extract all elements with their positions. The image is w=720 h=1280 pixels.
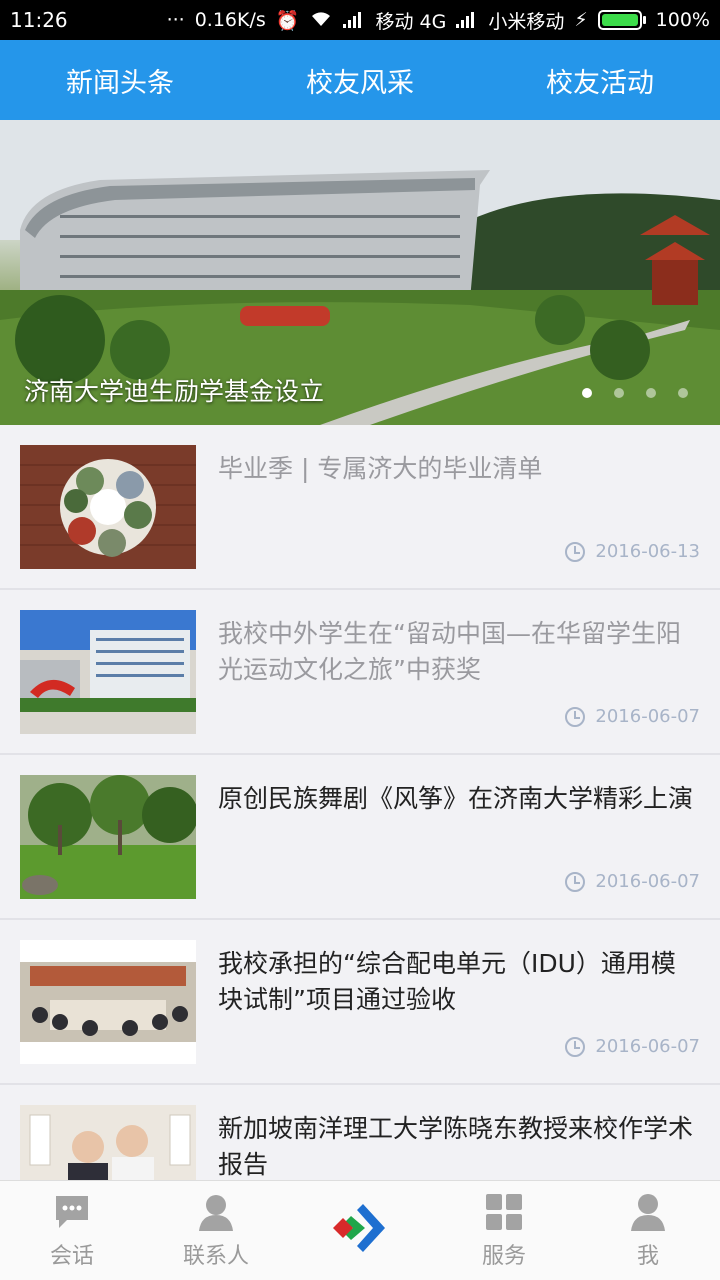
nav-home-logo[interactable]	[288, 1181, 432, 1280]
clock-icon	[565, 706, 586, 727]
clock-icon	[565, 541, 586, 562]
nav-chat[interactable]: 会话	[0, 1181, 144, 1280]
battery-percent: 100%	[655, 9, 710, 31]
news-item[interactable]: 原创民族舞剧《风筝》在济南大学精彩上演 2016-06-07	[0, 755, 720, 920]
news-item[interactable]: 毕业季 | 专属济大的毕业清单 2016-06-13	[0, 425, 720, 590]
tab-alumni-events[interactable]: 校友活动	[480, 40, 720, 120]
news-item[interactable]: 新加坡南洋理工大学陈晓东教授来校作学术报告	[0, 1085, 720, 1180]
app-logo-icon	[325, 1196, 395, 1266]
news-title: 我校中外学生在“留动中国—在华留学生阳光运动文化之旅”中获奖	[218, 619, 681, 684]
nav-contacts[interactable]: 联系人	[144, 1181, 288, 1280]
nav-services[interactable]: 服务	[432, 1181, 576, 1280]
carousel-dot	[582, 388, 592, 398]
banner-carousel[interactable]: 济南大学迪生励学基金设立	[0, 120, 720, 425]
signal-icon	[343, 12, 365, 28]
news-title: 原创民族舞剧《风筝》在济南大学精彩上演	[218, 784, 694, 813]
news-thumbnail	[20, 940, 196, 1064]
news-list: 毕业季 | 专属济大的毕业清单 2016-06-13 我校中外学生在“留动中国—…	[0, 425, 720, 1180]
news-date-row: 2016-06-13	[565, 541, 700, 562]
news-date-row: 2016-06-07	[565, 1036, 700, 1057]
status-bar: 11:26 ··· 0.16K/s ⏰ 移动 4G 小米移动 ⚡ 100%	[0, 0, 720, 40]
nav-services-label: 服务	[481, 1243, 526, 1269]
banner-caption: 济南大学迪生励学基金设立	[24, 377, 325, 406]
news-thumbnail	[20, 610, 196, 734]
signal-icon-2	[456, 12, 478, 28]
carousel-indicator	[582, 388, 688, 398]
news-thumbnail	[20, 1105, 196, 1180]
alarm-icon: ⏰	[275, 9, 300, 32]
bottom-nav: 会话 联系人 服务 我	[0, 1180, 720, 1280]
news-title: 毕业季 | 专属济大的毕业清单	[218, 454, 543, 483]
nav-me-label: 我	[636, 1243, 659, 1269]
carousel-dot	[646, 388, 656, 398]
news-thumbnail	[20, 775, 196, 899]
nav-contacts-label: 联系人	[182, 1243, 249, 1269]
status-time: 11:26	[10, 8, 68, 32]
news-date-row: 2016-06-07	[565, 706, 700, 727]
person-icon	[628, 1192, 668, 1232]
news-date: 2016-06-07	[595, 706, 700, 727]
news-title: 新加坡南洋理工大学陈晓东教授来校作学术报告	[218, 1114, 694, 1179]
notification-dots: ···	[166, 9, 185, 31]
news-title: 我校承担的“综合配电单元（IDU）通用模块试制”项目通过验收	[218, 949, 676, 1014]
news-date: 2016-06-07	[595, 871, 700, 892]
news-date-row: 2016-06-07	[565, 871, 700, 892]
top-nav: 新闻头条 校友风采 校友活动	[0, 40, 720, 120]
news-item[interactable]: 我校承担的“综合配电单元（IDU）通用模块试制”项目通过验收 2016-06-0…	[0, 920, 720, 1085]
status-right: ··· 0.16K/s ⏰ 移动 4G 小米移动 ⚡ 100%	[167, 7, 710, 34]
tab-alumni-profiles[interactable]: 校友风采	[240, 40, 480, 120]
carrier-1: 移动 4G	[375, 10, 447, 33]
grid-icon	[484, 1192, 524, 1232]
clock-icon	[565, 871, 586, 892]
tab-news[interactable]: 新闻头条	[0, 40, 240, 120]
news-date: 2016-06-13	[595, 541, 700, 562]
contacts-icon	[196, 1192, 236, 1232]
network-speed: 0.16K/s	[194, 9, 266, 31]
wifi-icon	[309, 9, 333, 32]
nav-me[interactable]: 我	[576, 1181, 720, 1280]
carousel-dot	[678, 388, 688, 398]
nav-chat-label: 会话	[49, 1243, 94, 1269]
chat-icon	[52, 1192, 92, 1232]
battery-icon	[597, 10, 646, 30]
clock-icon	[565, 1036, 586, 1057]
carousel-dot	[614, 388, 624, 398]
news-date: 2016-06-07	[595, 1036, 700, 1057]
news-thumbnail	[20, 445, 196, 569]
news-item[interactable]: 我校中外学生在“留动中国—在华留学生阳光运动文化之旅”中获奖 2016-06-0…	[0, 590, 720, 755]
charging-icon: ⚡	[574, 9, 588, 31]
carrier-2: 小米移动	[488, 10, 565, 33]
